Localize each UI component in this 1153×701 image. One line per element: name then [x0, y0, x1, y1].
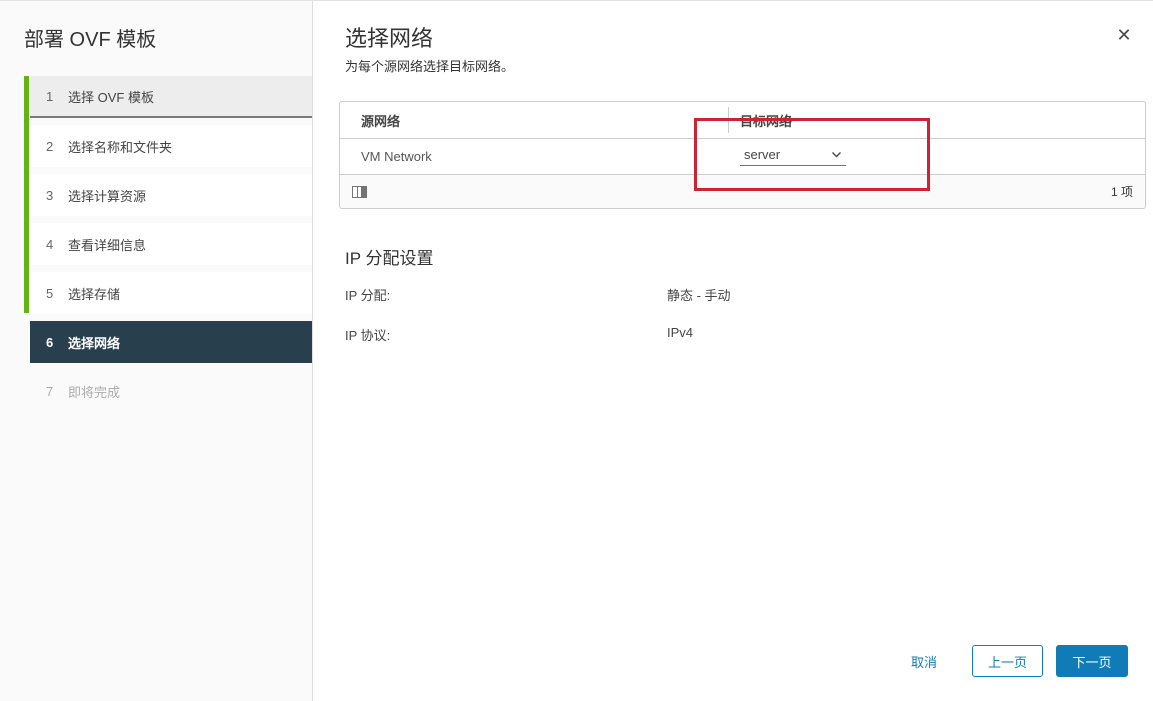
- network-mapping-table: 源网络 目标网络 VM Network server 1 项: [339, 101, 1146, 209]
- progress-green-bar: [24, 76, 29, 313]
- ip-protocol-row: IP 协议: IPv4: [345, 325, 390, 344]
- ip-allocation-settings-title: IP 分配设置: [345, 244, 433, 269]
- step-number: 4: [46, 237, 56, 252]
- step-label: 选择名称和文件夹: [68, 137, 172, 156]
- step-6-select-networks-current[interactable]: 6 选择网络: [30, 321, 312, 363]
- table-row: VM Network server: [340, 139, 1145, 175]
- table-header-row: 源网络 目标网络: [340, 102, 1145, 139]
- table-footer: 1 项: [340, 175, 1145, 208]
- ip-protocol-label: IP 协议:: [345, 328, 390, 343]
- step-7-ready-to-complete: 7 即将完成: [30, 370, 312, 412]
- step-number: 6: [46, 335, 56, 350]
- close-icon[interactable]: ✕: [1112, 23, 1136, 47]
- source-network-cell: VM Network: [340, 139, 728, 174]
- step-number: 2: [46, 139, 56, 154]
- destination-network-select[interactable]: server: [740, 147, 846, 166]
- wizard-sidebar: 部署 OVF 模板 1 选择 OVF 模板 2 选择名称和文件夹 3 选择计算资…: [0, 1, 313, 701]
- step-label: 即将完成: [68, 382, 120, 401]
- step-number: 3: [46, 188, 56, 203]
- chevron-down-icon: [831, 151, 842, 158]
- back-button[interactable]: 上一页: [972, 645, 1043, 677]
- step-4-review-details[interactable]: 4 查看详细信息: [30, 223, 312, 265]
- step-number: 7: [46, 384, 56, 399]
- step-3-select-compute-resource[interactable]: 3 选择计算资源: [30, 174, 312, 216]
- next-button[interactable]: 下一页: [1056, 645, 1128, 677]
- column-header-source-network: 源网络: [340, 102, 728, 138]
- step-2-select-name-folder[interactable]: 2 选择名称和文件夹: [30, 125, 312, 167]
- step-number: 5: [46, 286, 56, 301]
- column-header-destination-network: 目标网络: [728, 102, 1145, 138]
- column-settings-icon[interactable]: [352, 186, 367, 198]
- wizard-title: 部署 OVF 模板: [24, 23, 156, 52]
- step-1-select-ovf-template[interactable]: 1 选择 OVF 模板: [30, 76, 312, 118]
- ip-protocol-value: IPv4: [667, 325, 693, 340]
- ip-allocation-row: IP 分配: 静态 - 手动: [345, 285, 390, 304]
- ip-allocation-value: 静态 - 手动: [667, 285, 731, 304]
- step-5-select-storage[interactable]: 5 选择存储: [30, 272, 312, 314]
- step-number: 1: [46, 89, 56, 104]
- ip-allocation-label: IP 分配:: [345, 288, 390, 303]
- page-title: 选择网络: [345, 21, 433, 53]
- wizard-steps: 1 选择 OVF 模板 2 选择名称和文件夹 3 选择计算资源 4 查看详细信息…: [24, 76, 312, 419]
- step-label: 选择网络: [68, 333, 120, 352]
- destination-network-cell: server: [728, 139, 1145, 174]
- cancel-button[interactable]: 取消: [911, 652, 937, 671]
- step-label: 选择存储: [68, 284, 120, 303]
- step-label: 查看详细信息: [68, 235, 146, 254]
- page-subtitle: 为每个源网络选择目标网络。: [345, 56, 514, 75]
- selected-network-value: server: [744, 147, 780, 162]
- item-count: 1 项: [1111, 183, 1133, 200]
- step-label: 选择计算资源: [68, 186, 146, 205]
- step-label: 选择 OVF 模板: [68, 87, 154, 106]
- wizard-main-panel: ✕ 选择网络 为每个源网络选择目标网络。 源网络 目标网络 VM Network…: [314, 1, 1153, 700]
